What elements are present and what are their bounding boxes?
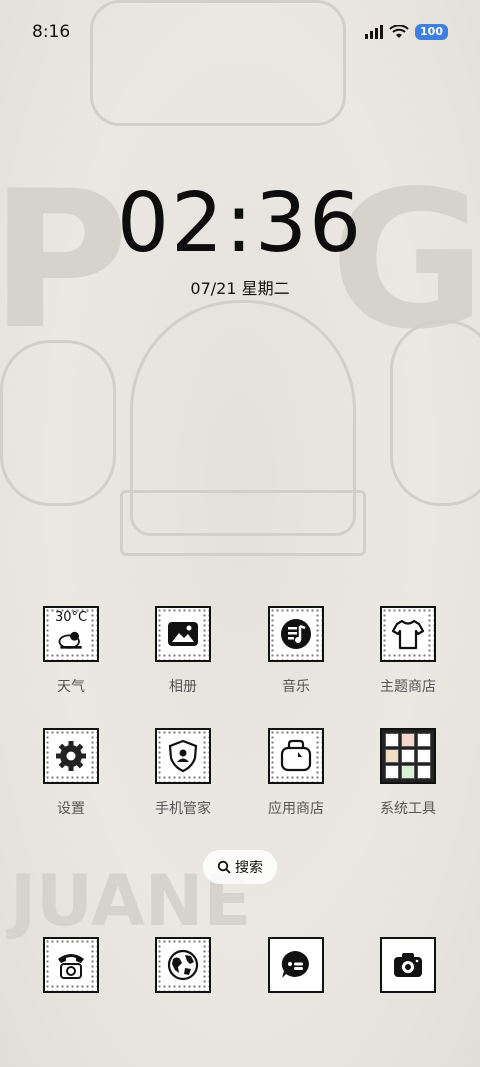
app-music[interactable]: 音乐 [248,606,344,696]
search-button[interactable]: 搜索 [203,850,277,884]
battery-badge: 100 [415,24,448,40]
app-label: 系统工具 [380,801,436,817]
gear-icon [43,728,99,784]
app-label: 手机管家 [155,801,211,817]
app-store-bag-icon [268,728,324,784]
search-label: 搜索 [235,860,263,876]
lock-clock: 02:36 [116,176,364,271]
gallery-icon [155,606,211,662]
system-tools-folder-icon [380,728,436,784]
weather-temp: 30°C [54,610,88,625]
dock-camera[interactable] [360,937,456,993]
messages-icon [268,937,324,993]
app-gallery[interactable]: 相册 [135,606,231,696]
weather-icon: 30°C [43,606,99,662]
dock-phone[interactable] [23,937,119,993]
app-theme-store[interactable]: 主题商店 [360,606,456,696]
wifi-icon [389,25,409,38]
lock-date: 07/21 星期二 [190,279,290,298]
app-label: 主题商店 [380,679,436,695]
app-label: 设置 [57,801,85,817]
app-label: 应用商店 [268,801,324,817]
dock-messages[interactable] [248,937,344,993]
security-shield-icon [155,728,211,784]
status-time: 8:16 [32,22,71,42]
phone-icon [43,937,99,993]
app-label: 相册 [169,679,197,695]
app-app-store[interactable]: 应用商店 [248,728,344,818]
app-settings[interactable]: 设置 [23,728,119,818]
camera-icon [380,937,436,993]
search-icon [217,860,231,874]
app-label: 音乐 [282,679,310,695]
theme-store-icon [380,606,436,662]
app-phone-manager[interactable]: 手机管家 [135,728,231,818]
app-system-tools-folder[interactable]: 系统工具 [360,728,456,818]
app-weather[interactable]: 30°C 天气 [23,606,119,696]
app-label: 天气 [57,679,85,695]
wallpaper: P G JUANE [0,0,480,1067]
status-bar: 8:16 100 [0,0,480,66]
browser-globe-icon [155,937,211,993]
signal-icon [365,25,384,39]
music-icon [268,606,324,662]
dock-browser[interactable] [135,937,231,993]
